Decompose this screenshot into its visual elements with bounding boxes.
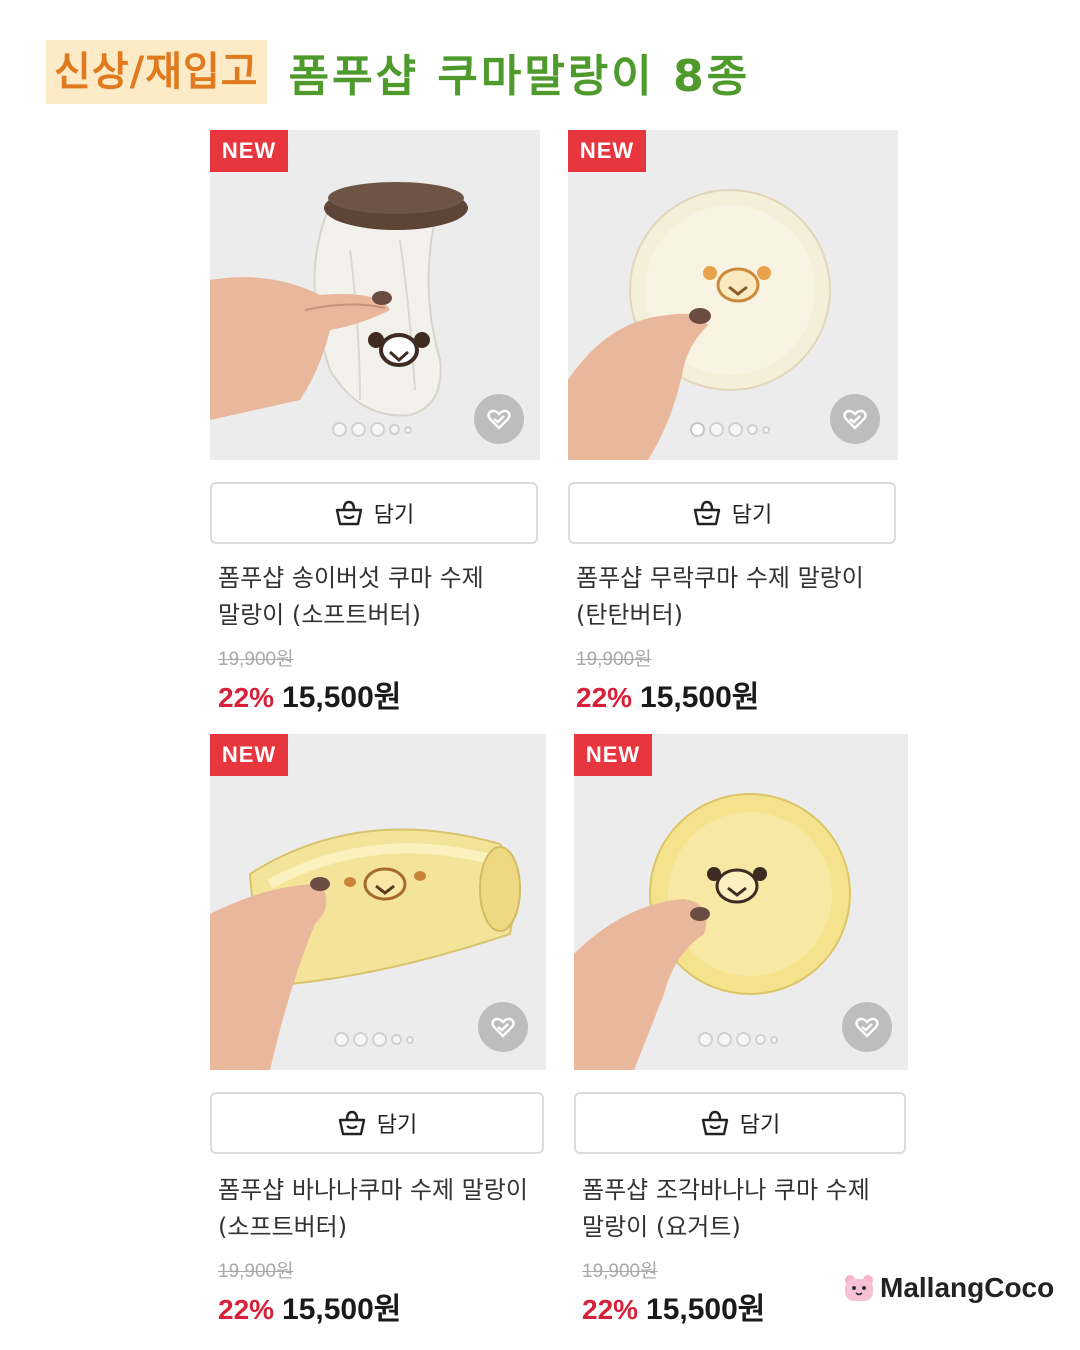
pager-dot[interactable] bbox=[762, 425, 770, 434]
image-pager-dots[interactable] bbox=[690, 422, 770, 437]
new-badge: NEW bbox=[568, 130, 646, 172]
heart-check-icon bbox=[855, 1017, 879, 1038]
add-to-cart-button[interactable]: 담기 bbox=[574, 1092, 906, 1154]
product-card[interactable]: NEW 담기 폼푸샵 조각바나나 쿠마 수제 말랑이 (요거트) 19,900원… bbox=[574, 734, 908, 1334]
image-pager-dots[interactable] bbox=[334, 1032, 414, 1047]
product-image[interactable]: NEW bbox=[210, 130, 540, 460]
product-card[interactable]: NEW 담기 폼푸샵 송이버섯 쿠마 수제 말랑이 (소프트버터) 19,900… bbox=[210, 130, 540, 720]
pager-dot[interactable] bbox=[334, 1032, 349, 1047]
sale-price: 15,500원 bbox=[640, 681, 760, 714]
price-row: 22% 15,500원 bbox=[576, 672, 759, 716]
shopping-basket-icon bbox=[693, 500, 720, 526]
product-name[interactable]: 폼푸샵 무락쿠마 수제 말랑이 (탄탄버터) bbox=[576, 560, 876, 634]
shopping-basket-icon bbox=[701, 1110, 728, 1136]
product-name[interactable]: 폼푸샵 바나나쿠마 수제 말랑이 (소프트버터) bbox=[218, 1172, 544, 1246]
price-row: 22% 15,500원 bbox=[218, 1284, 401, 1328]
wishlist-button[interactable] bbox=[842, 1002, 892, 1052]
sale-price: 15,500원 bbox=[646, 1293, 766, 1326]
new-badge: NEW bbox=[574, 734, 652, 776]
image-pager-dots[interactable] bbox=[332, 422, 412, 437]
pager-dot[interactable] bbox=[747, 424, 758, 435]
pager-dot[interactable] bbox=[728, 422, 743, 437]
product-name[interactable]: 폼푸샵 송이버섯 쿠마 수제 말랑이 (소프트버터) bbox=[218, 560, 508, 634]
pager-dot[interactable] bbox=[770, 1035, 778, 1044]
original-price: 19,900원 bbox=[218, 1261, 294, 1282]
wishlist-button[interactable] bbox=[478, 1002, 528, 1052]
pager-dot[interactable] bbox=[755, 1034, 766, 1045]
product-card[interactable]: NEW 담기 폼푸샵 바나나쿠마 수제 말랑이 (소프트버터) 19,900원 … bbox=[210, 734, 546, 1334]
pager-dot[interactable] bbox=[332, 422, 347, 437]
shopping-basket-icon bbox=[335, 500, 362, 526]
original-price: 19,900원 bbox=[582, 1261, 658, 1282]
pager-dot[interactable] bbox=[370, 422, 385, 437]
pager-dot[interactable] bbox=[709, 422, 724, 437]
sale-price: 15,500원 bbox=[282, 1293, 402, 1326]
product-name[interactable]: 폼푸샵 조각바나나 쿠마 수제 말랑이 (요거트) bbox=[582, 1172, 882, 1246]
cart-button-label: 담기 bbox=[376, 1113, 418, 1138]
shopping-basket-icon bbox=[338, 1110, 365, 1136]
image-pager-dots[interactable] bbox=[698, 1032, 778, 1047]
cart-button-label: 담기 bbox=[739, 1113, 781, 1138]
pager-dot-active[interactable] bbox=[690, 422, 705, 437]
header-tag: 신상/재입고 bbox=[46, 40, 267, 104]
discount-rate: 22% bbox=[576, 682, 633, 713]
new-badge: NEW bbox=[210, 734, 288, 776]
cart-button-label: 담기 bbox=[373, 503, 415, 528]
pager-dot[interactable] bbox=[717, 1032, 732, 1047]
price-row: 22% 15,500원 bbox=[218, 672, 401, 716]
page-header: 신상/재입고 폼푸샵 쿠마말랑이 8종 bbox=[46, 36, 750, 108]
pager-dot[interactable] bbox=[351, 422, 366, 437]
add-to-cart-button[interactable]: 담기 bbox=[210, 1092, 544, 1154]
add-to-cart-button[interactable]: 담기 bbox=[210, 482, 538, 544]
pager-dot[interactable] bbox=[406, 1035, 414, 1044]
discount-rate: 22% bbox=[582, 1294, 639, 1325]
pager-dot[interactable] bbox=[389, 424, 400, 435]
pager-dot[interactable] bbox=[404, 425, 412, 434]
new-badge: NEW bbox=[210, 130, 288, 172]
wishlist-button[interactable] bbox=[474, 394, 524, 444]
add-to-cart-button[interactable]: 담기 bbox=[568, 482, 896, 544]
price-row: 22% 15,500원 bbox=[582, 1284, 765, 1328]
discount-rate: 22% bbox=[218, 682, 275, 713]
original-price: 19,900원 bbox=[218, 649, 294, 670]
product-image[interactable]: NEW bbox=[210, 734, 546, 1070]
pager-dot[interactable] bbox=[698, 1032, 713, 1047]
pink-bear-logo-icon bbox=[845, 1275, 873, 1301]
heart-check-icon bbox=[843, 409, 867, 430]
product-image[interactable]: NEW bbox=[568, 130, 898, 460]
cart-button-label: 담기 bbox=[731, 503, 773, 528]
product-image[interactable]: NEW bbox=[574, 734, 908, 1070]
heart-check-icon bbox=[487, 409, 511, 430]
heart-check-icon bbox=[491, 1017, 515, 1038]
pager-dot[interactable] bbox=[372, 1032, 387, 1047]
sale-price: 15,500원 bbox=[282, 681, 402, 714]
pager-dot[interactable] bbox=[391, 1034, 402, 1045]
product-card[interactable]: NEW 담기 폼푸샵 무락쿠마 수제 말랑이 (탄탄버터) 19,900원 22… bbox=[568, 130, 898, 720]
original-price: 19,900원 bbox=[576, 649, 652, 670]
wishlist-button[interactable] bbox=[830, 394, 880, 444]
page-title: 폼푸샵 쿠마말랑이 8종 bbox=[288, 51, 751, 102]
brand-watermark: MallangCoco bbox=[842, 1272, 1054, 1304]
brand-name: MallangCoco bbox=[880, 1272, 1055, 1303]
discount-rate: 22% bbox=[218, 1294, 275, 1325]
pager-dot[interactable] bbox=[736, 1032, 751, 1047]
pager-dot[interactable] bbox=[353, 1032, 368, 1047]
